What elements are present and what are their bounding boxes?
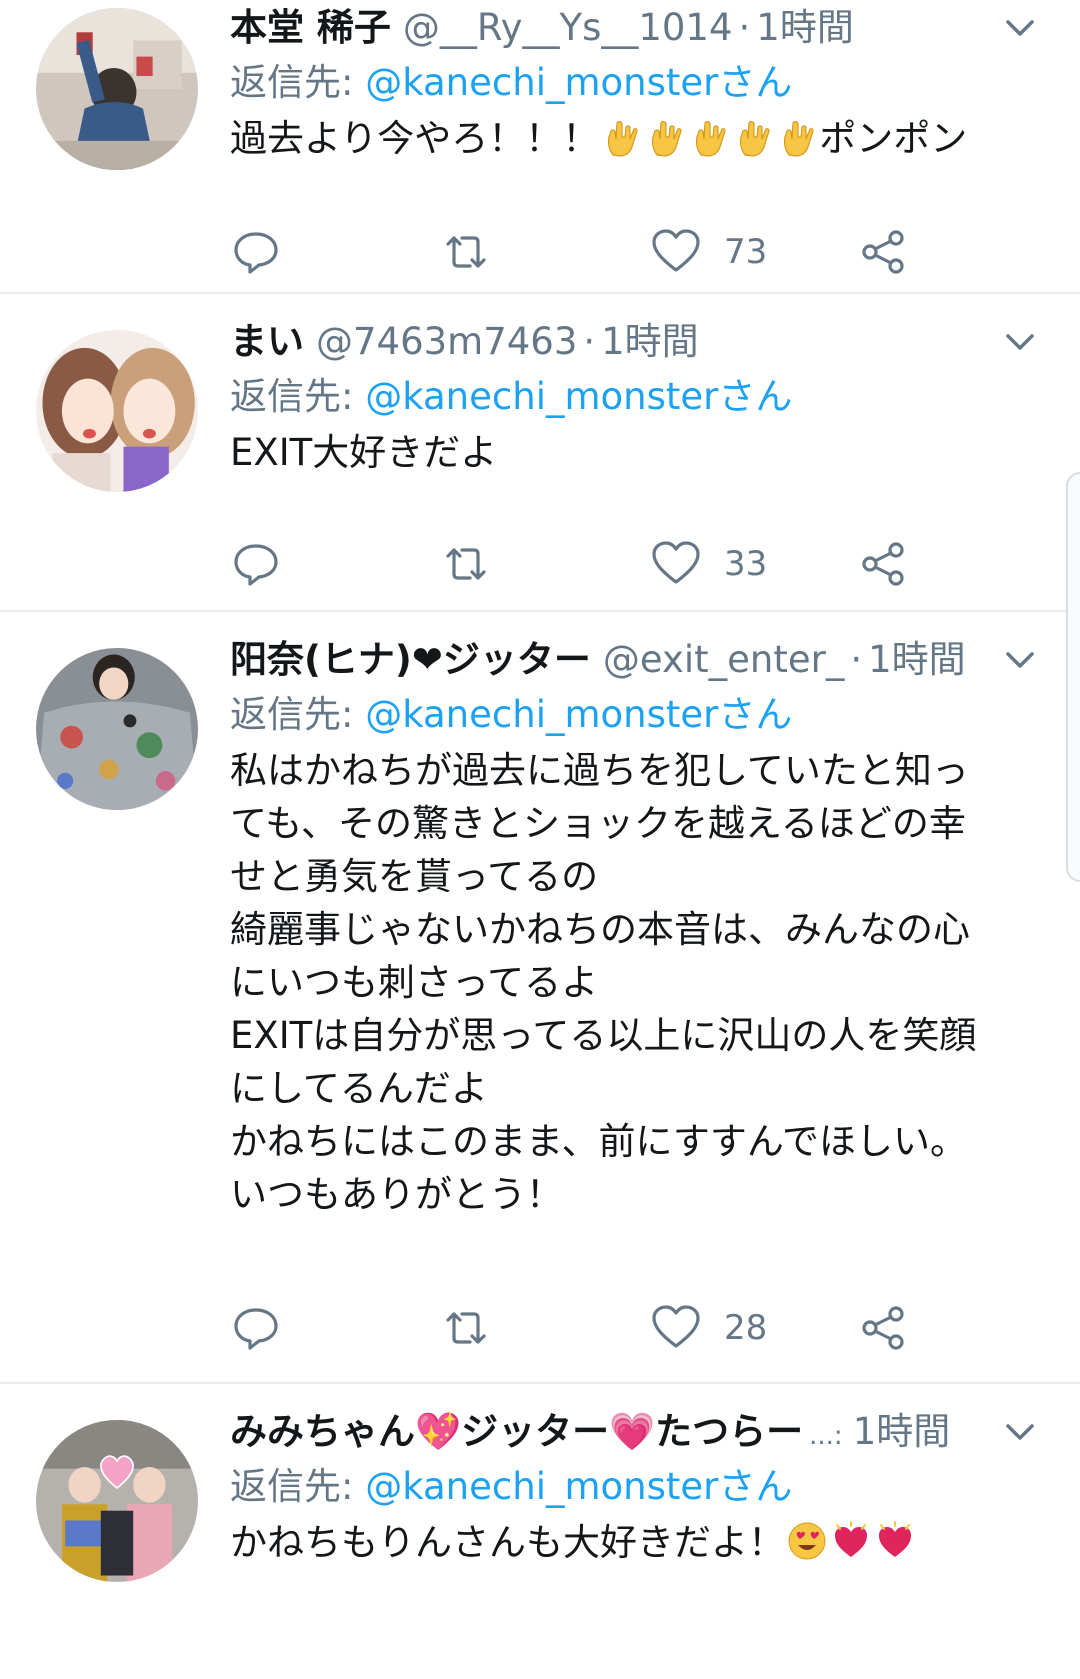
tweet-text-main: 過去より今やろ！！！ [230, 117, 600, 160]
tweet-text: 私はかねちが過去に過ちを犯していたと知っても、その驚きとショックを越えるほどの幸… [230, 749, 977, 1216]
retweet-icon [446, 236, 486, 268]
reply-to: 返信先: @kanechi_monsterさん [230, 368, 1040, 426]
separator: · [850, 638, 863, 681]
heart-with-lines-icon [879, 1521, 911, 1557]
tweet[interactable]: 阳奈(ヒナ)❤ジッター @exit_enter_ · 1時間 返信先: @kan… [0, 612, 1080, 1384]
chevron-down-icon[interactable] [1000, 322, 1040, 362]
like-button[interactable]: 28 [650, 1298, 767, 1358]
tweet[interactable]: みみちゃん💖ジッター💗たつらー ...: 1時間 返信先: @kanechi_m… [0, 1384, 1080, 1674]
like-count: 28 [724, 1308, 768, 1348]
chevron-down-icon[interactable] [1000, 8, 1040, 48]
display-name[interactable]: 阳奈(ヒナ)❤ジッター [230, 634, 591, 686]
love-you-gesture-icon [696, 120, 726, 157]
reply-icon [234, 1308, 278, 1350]
tweet-header: 本堂 稀子 @__Ry__Ys__1014 · 1時間 [230, 2, 1040, 54]
love-you-gesture-icon [784, 120, 814, 157]
retweet-button[interactable] [440, 1298, 492, 1358]
avatar-photo [36, 8, 198, 170]
retweet-icon [446, 548, 486, 580]
tweet-text: 過去より今やろ！！！ ポンポン [230, 112, 1000, 165]
like-count: 73 [724, 232, 768, 272]
timeline: 本堂 稀子 @__Ry__Ys__1014 · 1時間 返信先: @kanech… [0, 0, 1080, 1674]
reply-button[interactable] [230, 534, 282, 594]
avatar[interactable] [36, 330, 198, 492]
tweet-header: 阳奈(ヒナ)❤ジッター @exit_enter_ · 1時間 [230, 634, 1040, 686]
retweet-button[interactable] [440, 222, 492, 282]
timestamp[interactable]: 1時間 [601, 316, 699, 368]
like-count: 33 [724, 544, 768, 584]
scrollbar[interactable] [1066, 472, 1080, 882]
tweet[interactable]: まい @7463m7463 · 1時間 返信先: @kanechi_monste… [0, 294, 1080, 612]
tweet-text: かねちもりんさんも大好きだよ！ [230, 1516, 1000, 1569]
tweet-text-main: かねちもりんさんも大好きだよ！ [230, 1521, 785, 1564]
tweet-header: まい @7463m7463 · 1時間 [230, 316, 1040, 368]
tweet-header: みみちゃん💖ジッター💗たつらー ...: 1時間 [230, 1406, 1040, 1458]
reply-prefix: 返信先: [230, 61, 354, 104]
like-button[interactable]: 73 [650, 222, 767, 282]
avatar[interactable] [36, 648, 198, 810]
heart-with-lines-icon [835, 1521, 867, 1557]
tweet-text-suffix: ポンポン [819, 117, 968, 160]
avatar-photo [36, 1420, 198, 1582]
retweet-button[interactable] [440, 534, 492, 594]
retweet-icon [446, 1312, 486, 1344]
reply-to: 返信先: @kanechi_monsterさん [230, 686, 1040, 744]
share-icon [862, 542, 904, 586]
tweet-actions: 28 [230, 1298, 930, 1358]
timestamp[interactable]: 1時間 [853, 1406, 951, 1458]
display-name[interactable]: みみちゃん💖ジッター💗たつらー [230, 1406, 803, 1458]
reply-target-link[interactable]: @kanechi_monsterさん [365, 61, 792, 104]
display-name[interactable]: まい [230, 316, 304, 368]
love-you-gesture-icon [740, 120, 770, 157]
love-you-gesture-icon [608, 120, 638, 157]
reply-icon [234, 232, 278, 274]
reply-target-link[interactable]: @kanechi_monsterさん [365, 1465, 792, 1508]
heart-icon [652, 229, 700, 272]
tweet-actions: 73 [230, 222, 930, 282]
separator: · [738, 6, 751, 49]
heart-eyes-face-icon [788, 1522, 826, 1560]
reply-prefix: 返信先: [230, 1465, 354, 1508]
display-name[interactable]: 本堂 稀子 [230, 2, 391, 54]
avatar-photo [36, 330, 198, 492]
separator: · [583, 320, 596, 363]
love-you-gesture-icon [652, 120, 682, 157]
reply-icon [234, 544, 278, 586]
name-ellipsis: ...: [809, 1421, 843, 1451]
timestamp[interactable]: 1時間 [868, 634, 966, 686]
user-handle[interactable]: @__Ry__Ys__1014 [403, 2, 733, 54]
share-button[interactable] [858, 1298, 910, 1358]
reply-target-link[interactable]: @kanechi_monsterさん [365, 375, 792, 418]
share-button[interactable] [858, 222, 910, 282]
reply-to: 返信先: @kanechi_monsterさん [230, 54, 1040, 112]
timestamp[interactable]: 1時間 [756, 2, 854, 54]
tweet-text: EXIT大好きだよ [230, 431, 498, 474]
avatar-photo [36, 648, 198, 810]
user-handle[interactable]: @7463m7463 [316, 316, 577, 368]
reply-prefix: 返信先: [230, 375, 354, 418]
reply-target-link[interactable]: @kanechi_monsterさん [365, 693, 792, 736]
like-button[interactable]: 33 [650, 534, 767, 594]
avatar[interactable] [36, 8, 198, 170]
avatar[interactable] [36, 1420, 198, 1582]
reply-button[interactable] [230, 1298, 282, 1358]
reply-button[interactable] [230, 222, 282, 282]
heart-icon [652, 1305, 700, 1348]
chevron-down-icon[interactable] [1000, 1412, 1040, 1452]
chevron-down-icon[interactable] [1000, 640, 1040, 680]
share-icon [862, 230, 904, 274]
reply-to: 返信先: @kanechi_monsterさん [230, 1458, 1040, 1516]
tweet[interactable]: 本堂 稀子 @__Ry__Ys__1014 · 1時間 返信先: @kanech… [0, 0, 1080, 294]
reply-prefix: 返信先: [230, 693, 354, 736]
tweet-actions: 33 [230, 534, 930, 594]
share-button[interactable] [858, 534, 910, 594]
share-icon [862, 1306, 904, 1350]
heart-icon [652, 541, 700, 584]
user-handle[interactable]: @exit_enter_ [603, 634, 845, 686]
